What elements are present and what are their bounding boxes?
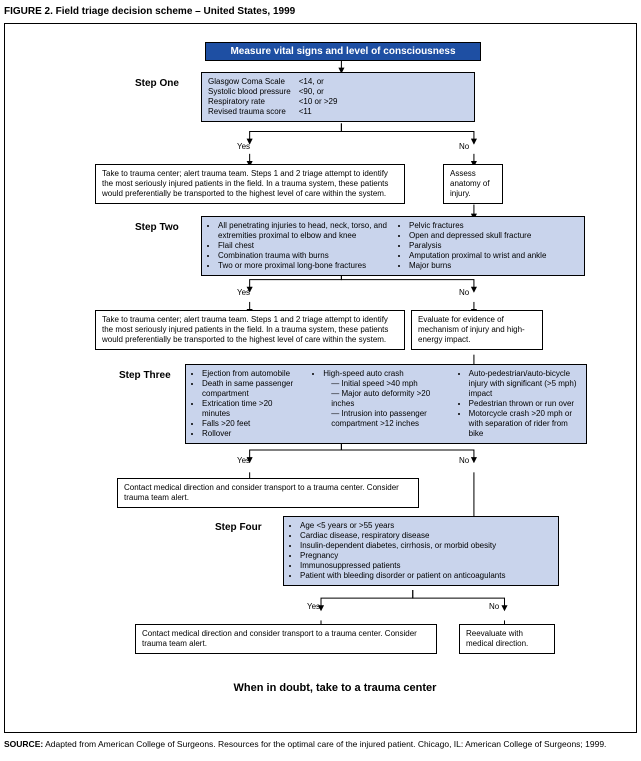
s3-a2: Death in same passenger compartment	[202, 379, 301, 399]
s3-yes-label: Yes	[237, 456, 250, 465]
s2-no-box: Evaluate for evidence of mechanism of in…	[411, 310, 543, 350]
s3-b1s2: Major auto deformity >20 inches	[331, 389, 446, 409]
s2-r5: Major burns	[409, 261, 578, 271]
source-text: Adapted from American College of Surgeon…	[43, 739, 606, 749]
s4-no-label: No	[489, 602, 499, 611]
diagram-frame: Measure vital signs and level of conscio…	[4, 23, 637, 733]
s3-b1: High-speed auto crash	[323, 369, 446, 379]
s3-no-label: No	[459, 456, 469, 465]
vitals-r3l: Respiratory rate	[208, 97, 299, 107]
s3-b1s1: Initial speed >40 mph	[331, 379, 446, 389]
s1-no-box: Assess anatomy of injury.	[443, 164, 503, 204]
step-one-criteria: Glasgow Coma Scale<14, or Systolic blood…	[201, 72, 475, 122]
s2-l1: All penetrating injuries to head, neck, …	[218, 221, 387, 241]
s4-i6: Patient with bleeding disorder or patien…	[300, 571, 552, 581]
s2-yes-label: Yes	[237, 288, 250, 297]
vitals-table: Glasgow Coma Scale<14, or Systolic blood…	[208, 77, 345, 117]
s3-c1: Auto-pedestrian/auto-bicycle injury with…	[469, 369, 580, 399]
header-measure-vitals: Measure vital signs and level of conscio…	[205, 42, 481, 61]
vitals-r1r: <14, or	[299, 77, 346, 87]
step-four-label: Step Four	[215, 522, 262, 533]
vitals-r4r: <11	[299, 107, 346, 117]
s4-i3: Insulin-dependent diabetes, cirrhosis, o…	[300, 541, 552, 551]
s4-no-box: Reevaluate with medical direction.	[459, 624, 555, 654]
s2-l4: Two or more proximal long-bone fractures	[218, 261, 387, 271]
s4-yes-label: Yes	[307, 602, 320, 611]
step-two-label: Step Two	[135, 222, 179, 233]
s4-i5: Immunosuppressed patients	[300, 561, 552, 571]
s4-i4: Pregnancy	[300, 551, 552, 561]
s4-i2: Cardiac disease, respiratory disease	[300, 531, 552, 541]
s1-yes-label: Yes	[237, 142, 250, 151]
step-two-criteria: All penetrating injuries to head, neck, …	[201, 216, 585, 276]
vitals-r1l: Glasgow Coma Scale	[208, 77, 299, 87]
s4-yes-box: Contact medical direction and consider t…	[135, 624, 437, 654]
s2-r1: Pelvic fractures	[409, 221, 578, 231]
s2-r3: Paralysis	[409, 241, 578, 251]
source-label: SOURCE:	[4, 739, 43, 749]
s3-c3: Motorcycle crash >20 mph or with separat…	[469, 409, 580, 439]
s3-yes-box: Contact medical direction and consider t…	[117, 478, 419, 508]
step-three-criteria: Ejection from automobile Death in same p…	[185, 364, 587, 444]
step-three-label: Step Three	[119, 370, 171, 381]
vitals-r4l: Revised trauma score	[208, 107, 299, 117]
s2-r2: Open and depressed skull fracture	[409, 231, 578, 241]
s2-no-label: No	[459, 288, 469, 297]
s4-i1: Age <5 years or >55 years	[300, 521, 552, 531]
s3-a1: Ejection from automobile	[202, 369, 301, 379]
s3-b1s3: Intrusion into passenger compartment >12…	[331, 409, 446, 429]
source-line: SOURCE: Adapted from American College of…	[4, 739, 637, 749]
when-in-doubt: When in doubt, take to a trauma center	[185, 682, 485, 694]
s2-r4: Amputation proximal to wrist and ankle	[409, 251, 578, 261]
step-one-label: Step One	[135, 78, 179, 89]
vitals-r3r: <10 or >29	[299, 97, 346, 107]
figure-title: FIGURE 2. Field triage decision scheme –…	[4, 6, 637, 17]
s1-yes-box: Take to trauma center; alert trauma team…	[95, 164, 405, 204]
s2-yes-box: Take to trauma center; alert trauma team…	[95, 310, 405, 350]
s1-no-label: No	[459, 142, 469, 151]
vitals-r2l: Systolic blood pressure	[208, 87, 299, 97]
s2-l3: Combination trauma with burns	[218, 251, 387, 261]
s3-a3: Extrication time >20 minutes	[202, 399, 301, 419]
s3-c2: Pedestrian thrown or run over	[469, 399, 580, 409]
s3-a4: Falls >20 feet	[202, 419, 301, 429]
vitals-r2r: <90, or	[299, 87, 346, 97]
s2-l2: Flail chest	[218, 241, 387, 251]
s3-a5: Rollover	[202, 429, 301, 439]
step-four-criteria: Age <5 years or >55 years Cardiac diseas…	[283, 516, 559, 586]
